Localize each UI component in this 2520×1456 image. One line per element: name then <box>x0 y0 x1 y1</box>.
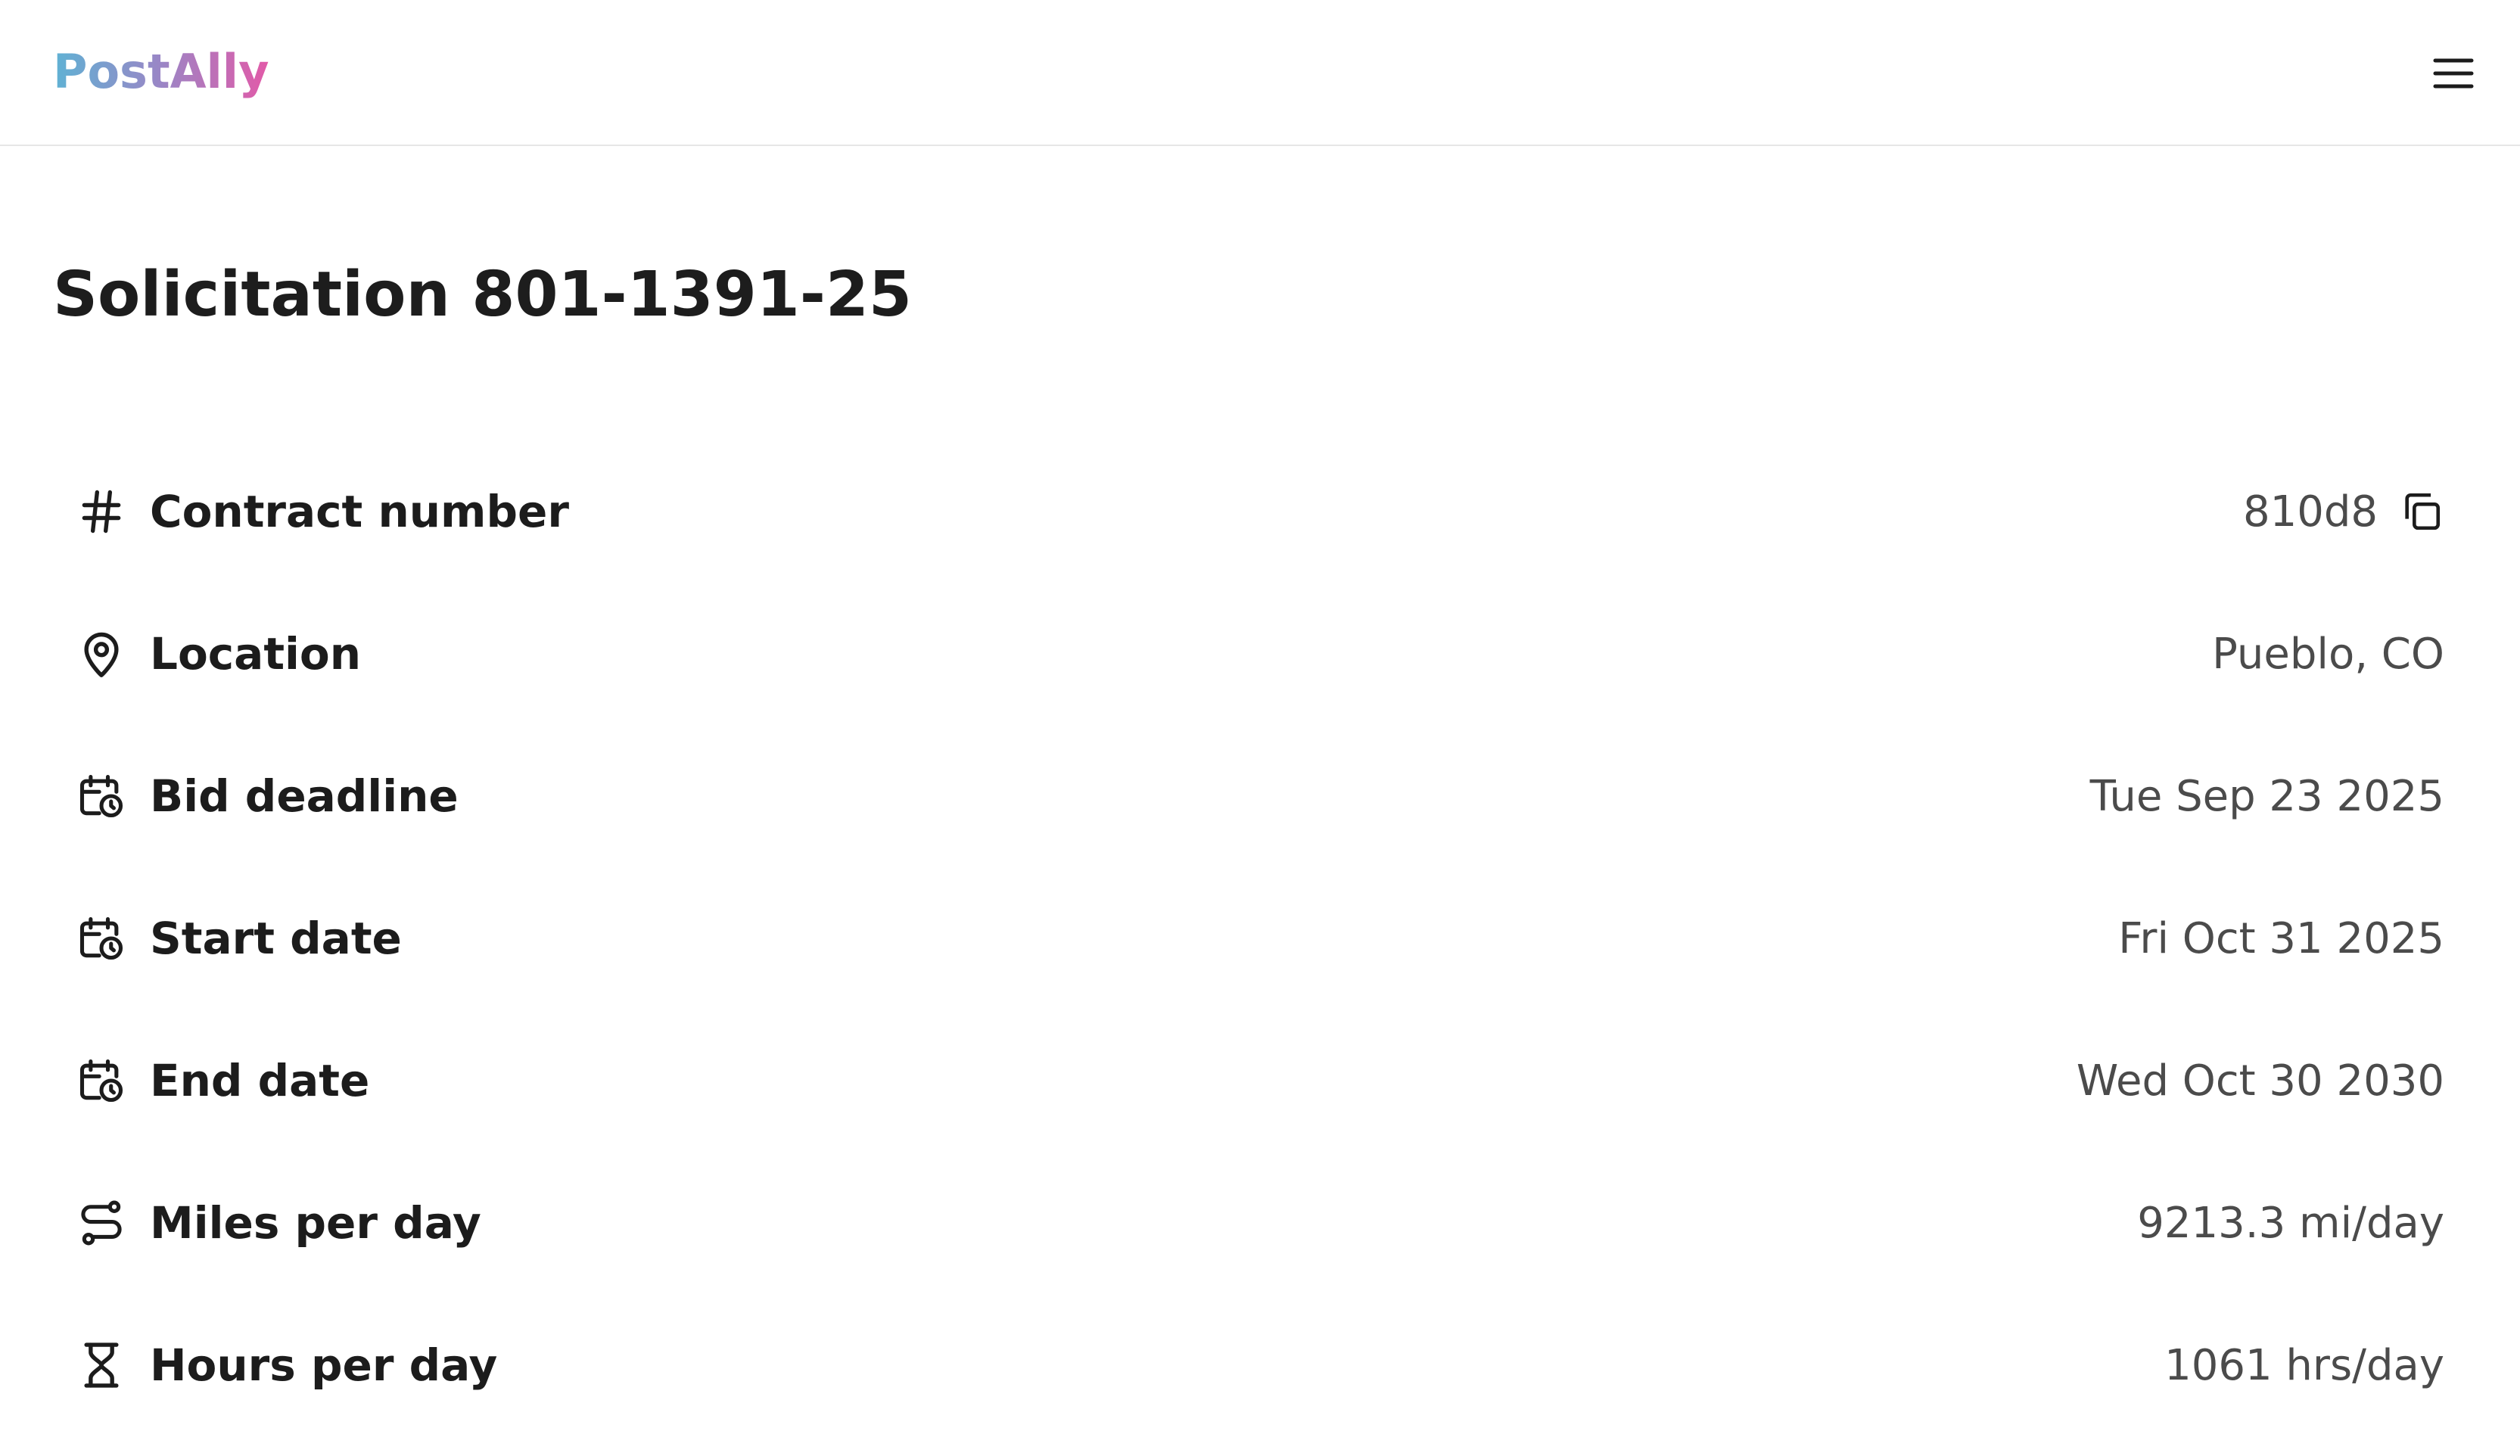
contract-number-value: 810d8 <box>2242 487 2378 537</box>
bid-deadline-value: Tue Sep 23 2025 <box>2089 771 2444 821</box>
top-navigation-bar: PostAlly <box>0 0 2520 146</box>
map-pin-icon <box>76 628 127 680</box>
location-label: Location <box>150 628 362 680</box>
calendar-clock-icon <box>76 770 127 822</box>
start-date-value: Fri Oct 31 2025 <box>2118 913 2444 963</box>
page-title: Solicitation 801-1391-25 <box>53 259 912 331</box>
hamburger-menu-icon[interactable] <box>2431 53 2476 94</box>
solicitation-details-list: Contract number 810d8 Location Pueblo, C… <box>76 440 2444 1436</box>
route-icon <box>76 1197 127 1249</box>
detail-row-location: Location Pueblo, CO <box>76 583 2444 725</box>
end-date-value: Wed Oct 30 2030 <box>2076 1056 2444 1106</box>
contract-number-label: Contract number <box>150 486 569 537</box>
detail-row-start-date: Start date Fri Oct 31 2025 <box>76 867 2444 1010</box>
copy-icon[interactable] <box>2399 489 2444 534</box>
detail-row-end-date: End date Wed Oct 30 2030 <box>76 1010 2444 1152</box>
calendar-clock-icon <box>76 1055 127 1106</box>
hours-per-day-value: 1061 hrs/day <box>2164 1340 2444 1390</box>
calendar-clock-icon <box>76 913 127 964</box>
hourglass-icon <box>76 1339 127 1391</box>
bid-deadline-label: Bid deadline <box>150 770 459 822</box>
detail-row-hours-per-day: Hours per day 1061 hrs/day <box>76 1294 2444 1436</box>
end-date-label: End date <box>150 1055 370 1106</box>
hash-icon <box>76 486 127 537</box>
hours-per-day-label: Hours per day <box>150 1339 498 1391</box>
detail-row-bid-deadline: Bid deadline Tue Sep 23 2025 <box>76 725 2444 867</box>
detail-row-contract-number: Contract number 810d8 <box>76 440 2444 583</box>
start-date-label: Start date <box>150 913 402 964</box>
location-value: Pueblo, CO <box>2212 629 2444 679</box>
miles-per-day-label: Miles per day <box>150 1197 481 1249</box>
miles-per-day-value: 9213.3 mi/day <box>2137 1198 2444 1248</box>
detail-row-miles-per-day: Miles per day 9213.3 mi/day <box>76 1152 2444 1294</box>
postally-logo[interactable]: PostAlly <box>53 42 269 102</box>
